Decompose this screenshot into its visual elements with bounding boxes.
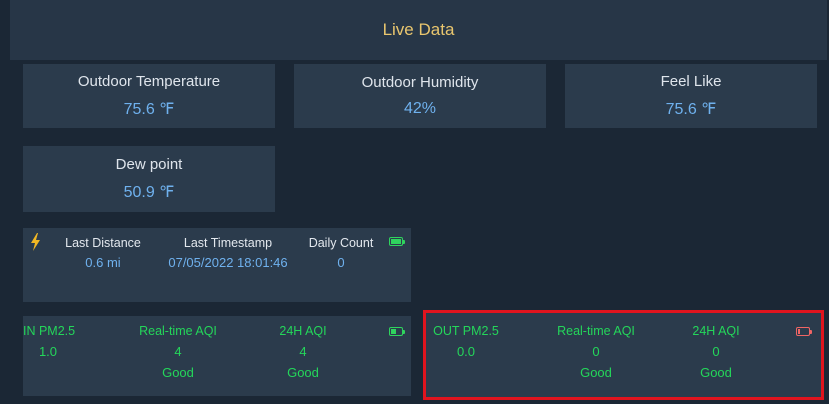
- last-distance-label: Last Distance: [65, 236, 141, 250]
- in-24h-aqi: 24H AQI 4 Good: [263, 324, 343, 380]
- last-timestamp: Last Timestamp 07/05/2022 18:01:46: [158, 236, 298, 270]
- daily-count-value: 0: [337, 255, 345, 270]
- in-24h-aqi-status: Good: [287, 365, 319, 380]
- last-timestamp-value: 07/05/2022 18:01:46: [168, 255, 288, 270]
- outdoor-humidity-value: 42%: [403, 100, 437, 117]
- out-24h-aqi-label: 24H AQI: [692, 324, 740, 338]
- out-realtime-aqi: Real-time AQI 0 Good: [546, 324, 646, 380]
- dew-point-value: 50.9 ℉: [123, 184, 175, 201]
- feel-like-card: Feel Like 75.6 ℉: [565, 64, 817, 128]
- out-pm25: OUT PM2.5 0.0: [430, 324, 502, 359]
- daily-count-label: Daily Count: [308, 236, 374, 250]
- outdoor-humidity-label: Outdoor Humidity: [361, 74, 479, 91]
- in-24h-aqi-label: 24H AQI: [279, 324, 327, 338]
- in-realtime-aqi-status: Good: [162, 365, 194, 380]
- live-data-header: Live Data: [10, 0, 827, 60]
- last-distance: Last Distance 0.6 mi: [53, 236, 153, 270]
- last-timestamp-label: Last Timestamp: [183, 236, 273, 250]
- in-realtime-aqi-label: Real-time AQI: [139, 324, 217, 338]
- in-realtime-aqi: Real-time AQI 4 Good: [128, 324, 228, 380]
- out-24h-aqi-value: 0: [712, 344, 720, 359]
- dew-point-label: Dew point: [115, 156, 183, 173]
- out-24h-aqi: 24H AQI 0 Good: [676, 324, 756, 380]
- last-distance-value: 0.6 mi: [85, 255, 121, 270]
- battery-icon: [389, 237, 405, 246]
- outdoor-temperature-label: Outdoor Temperature: [77, 73, 221, 90]
- outdoor-pm25-panel: OUT PM2.5 0.0 Real-time AQI 0 Good 24H A…: [426, 313, 821, 397]
- battery-icon: [389, 327, 405, 336]
- in-24h-aqi-value: 4: [299, 344, 307, 359]
- out-pm25-value: 0.0: [456, 344, 476, 359]
- outdoor-temperature-value: 75.6 ℉: [123, 101, 175, 118]
- out-realtime-aqi-value: 0: [592, 344, 600, 359]
- out-24h-aqi-status: Good: [700, 365, 732, 380]
- out-pm25-label: OUT PM2.5: [433, 324, 499, 338]
- dew-point-card: Dew point 50.9 ℉: [23, 146, 275, 212]
- lightning-bolt-icon: [31, 233, 40, 251]
- lightning-panel: Last Distance 0.6 mi Last Timestamp 07/0…: [23, 228, 411, 302]
- feel-like-value: 75.6 ℉: [665, 101, 717, 118]
- out-realtime-aqi-status: Good: [580, 365, 612, 380]
- feel-like-label: Feel Like: [660, 73, 722, 90]
- in-pm25-label: IN PM2.5: [23, 324, 76, 338]
- indoor-pm25-panel: IN PM2.5 1.0 Real-time AQI 4 Good 24H AQ…: [23, 316, 411, 396]
- battery-low-icon: [796, 327, 812, 336]
- daily-count: Daily Count 0: [301, 236, 381, 270]
- outdoor-humidity-card: Outdoor Humidity 42%: [294, 64, 546, 128]
- in-pm25-value: 1.0: [38, 344, 58, 359]
- outdoor-temperature-card: Outdoor Temperature 75.6 ℉: [23, 64, 275, 128]
- in-realtime-aqi-value: 4: [174, 344, 182, 359]
- out-realtime-aqi-label: Real-time AQI: [557, 324, 635, 338]
- page-title: Live Data: [382, 20, 455, 39]
- in-pm25: IN PM2.5 1.0: [23, 324, 76, 359]
